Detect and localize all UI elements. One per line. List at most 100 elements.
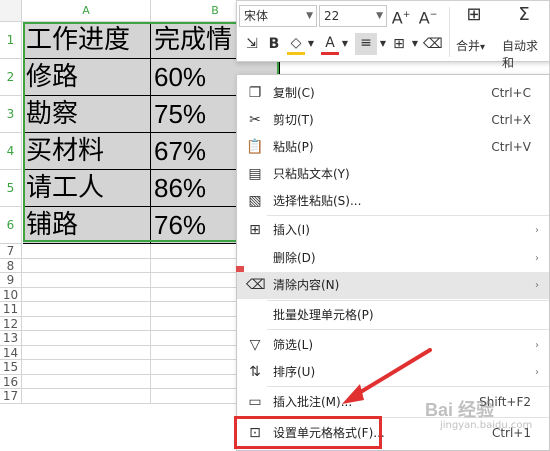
row-header-3[interactable]: 3 [0,96,22,133]
menu-item[interactable]: ✂ 剪切(T) Ctrl+X [237,107,549,134]
bold-icon[interactable]: B [265,34,283,54]
menu-item[interactable]: ▽ 筛选(L) › [237,332,549,359]
data-cell[interactable]: 工作进度 [23,22,151,59]
sort-icon: ⇅ [249,364,261,380]
menu-item-label: 选择性粘贴(S)... [273,194,362,208]
data-cell[interactable]: 请工人 [23,170,151,207]
chevron-right-icon: › [535,280,539,291]
autosum-button[interactable]: 自动求和 [502,37,549,71]
row-header-1[interactable]: 1 [0,22,22,59]
clear-icon: ⌫ [246,277,266,293]
chevron-down-icon[interactable]: ▼ [340,34,350,54]
paste-icon: 📋 [246,139,264,155]
menu-item[interactable]: ▭ 插入批注(M)... Shift+F2 [237,389,549,416]
row-header-9[interactable]: 9 [0,273,22,288]
chevron-down-icon: ▼ [306,11,313,21]
row-header-13[interactable]: 13 [0,331,22,346]
watermark: Bai 经验 [425,400,495,420]
row-header-17[interactable]: 17 [0,389,22,404]
empty-cell[interactable] [22,389,151,404]
eraser-icon[interactable]: ⌫ [423,34,443,54]
menu-item[interactable]: 删除(D) › [237,245,549,272]
filter-icon: ▽ [249,337,261,353]
menu-separator [267,215,549,216]
menu-item-label: 复制(C) [273,86,315,100]
menu-separator [267,386,549,387]
row-header-15[interactable]: 15 [0,360,22,375]
font-size-select[interactable]: 22 ▼ [319,5,387,27]
format-painter-icon[interactable]: ⇲ [243,34,261,54]
menu-item-label: 清除内容(N) [273,278,340,292]
row-header-14[interactable]: 14 [0,345,22,360]
menu-separator [267,417,549,418]
menu-item-label: 粘贴(P) [273,140,314,154]
row-header-10[interactable]: 10 [0,287,22,302]
merge-button[interactable]: 合并▾ [456,37,485,54]
autosum-icon[interactable]: Σ [512,5,536,25]
fill-color-icon[interactable]: ◇ [287,34,305,55]
menu-separator [267,300,549,301]
chevron-down-icon: ▼ [376,11,383,21]
menu-item-shortcut: Ctrl+C [491,86,531,100]
row-header-12[interactable]: 12 [0,316,22,331]
chevron-right-icon: › [535,225,539,236]
chevron-down-icon[interactable]: ▼ [410,34,420,54]
decrease-font-icon[interactable]: A− [417,5,439,28]
align-icon[interactable]: ≡ [355,33,377,55]
data-cell[interactable]: 买材料 [23,133,151,170]
empty-cell[interactable] [22,331,151,346]
menu-item[interactable]: ⌫ 清除内容(N) › [237,272,549,299]
empty-cell[interactable] [22,273,151,288]
font-size-value: 22 [324,9,340,23]
menu-item-label: 插入批注(M)... [273,395,353,409]
merge-icon[interactable]: ⊞ [462,5,486,25]
row-header-6[interactable]: 6 [0,207,22,244]
empty-cell[interactable] [22,374,151,389]
row-header-8[interactable]: 8 [0,258,22,273]
chevron-down-icon[interactable]: ▼ [306,34,316,54]
row-header-2[interactable]: 2 [0,59,22,96]
row-header-5[interactable]: 5 [0,170,22,207]
empty-cell[interactable] [22,345,151,360]
menu-item-label: 批量处理单元格(P) [273,308,374,322]
empty-cell[interactable] [22,287,151,302]
menu-item-label: 删除(D) [273,251,316,265]
data-cell[interactable]: 勘察 [23,96,151,133]
menu-item[interactable]: 📋 粘贴(P) Ctrl+V [237,134,549,161]
empty-cell[interactable] [22,244,151,259]
menu-item[interactable]: 批量处理单元格(P) [237,302,549,329]
row-header-11[interactable]: 11 [0,302,22,317]
menu-item-label: 插入(I) [273,223,310,237]
copy-icon: ❐ [248,85,262,101]
data-cell[interactable]: 铺路 [23,207,151,244]
merge-label: 合并 [456,39,481,53]
menu-item-shortcut: Ctrl+V [491,140,531,154]
chevron-down-icon[interactable]: ▼ [378,34,388,54]
row-header-16[interactable]: 16 [0,374,22,389]
menu-item[interactable]: ▧ 选择性粘贴(S)... [237,188,549,215]
empty-cell[interactable] [22,316,151,331]
empty-cell[interactable] [22,360,151,375]
data-cell[interactable]: 修路 [23,59,151,96]
increase-font-icon[interactable]: A+ [390,5,412,28]
insert-icon: ⊞ [249,222,261,238]
select-all-corner[interactable] [0,0,22,22]
column-header-a[interactable]: A [22,0,151,22]
menu-item-label: 只粘贴文本(Y) [273,167,350,181]
menu-item-shortcut: Ctrl+X [491,113,531,127]
menu-separator [267,329,549,330]
comment-icon: ▭ [248,394,262,410]
font-name-select[interactable]: 宋体 ▼ [239,5,317,27]
empty-cell[interactable] [22,302,151,317]
menu-item[interactable]: ⊞ 插入(I) › [237,217,549,244]
menu-item[interactable]: ▤ 只粘贴文本(Y) [237,161,549,188]
row-header-7[interactable]: 7 [0,244,22,259]
mini-toolbar: 宋体 ▼ 22 ▼ A+ A− ⊞ 合并▾ Σ 自动求和 ⇲ B ◇ ▼ A ▼… [236,0,550,70]
borders-icon[interactable]: ⊞ [389,34,409,54]
menu-item[interactable]: ❐ 复制(C) Ctrl+C [237,80,549,107]
row-header-4[interactable]: 4 [0,133,22,170]
menu-item[interactable]: ⇅ 排序(U) › [237,359,549,386]
font-name-value: 宋体 [244,9,269,23]
font-color-icon[interactable]: A [321,34,339,55]
empty-cell[interactable] [22,258,151,273]
